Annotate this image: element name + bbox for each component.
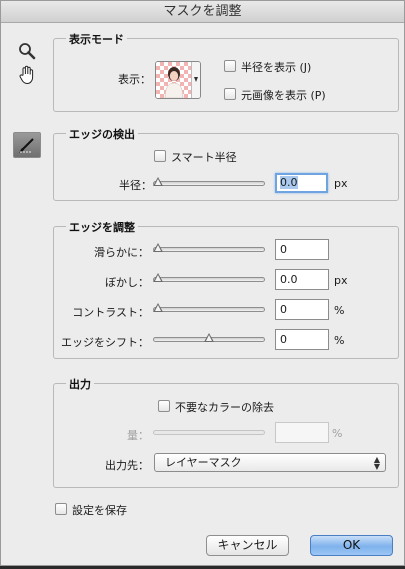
- remember-settings-label: 設定を保存: [72, 504, 127, 517]
- shift-edge-unit: %: [334, 334, 345, 347]
- show-original-checkbox[interactable]: [224, 88, 236, 100]
- radius-unit: px: [334, 177, 348, 190]
- amount-slider: [153, 425, 265, 439]
- slider-track: [153, 430, 265, 435]
- radius-label: 半径：: [119, 179, 152, 192]
- output-to-select[interactable]: レイヤーマスク ▲ ▼: [154, 453, 386, 472]
- view-mode-title: 表示モード: [66, 31, 127, 47]
- cancel-button[interactable]: キャンセル: [206, 535, 289, 556]
- contrast-input[interactable]: 0: [275, 299, 329, 320]
- smooth-input[interactable]: 0: [275, 239, 329, 260]
- smart-radius-label: スマート半径: [171, 151, 237, 164]
- contrast-label: コントラスト：: [72, 306, 149, 319]
- amount-label: 量：: [127, 429, 149, 442]
- output-title: 出力: [66, 376, 94, 392]
- chevron-down-icon: [191, 62, 200, 98]
- feather-input[interactable]: 0.0: [275, 269, 329, 290]
- smart-radius-checkbox[interactable]: [154, 150, 166, 162]
- decontaminate-colors-checkbox[interactable]: [158, 400, 170, 412]
- slider-thumb[interactable]: [204, 333, 214, 342]
- output-to-label: 出力先：: [105, 459, 149, 472]
- radius-value: 0.0: [280, 176, 298, 189]
- zoom-icon[interactable]: [15, 39, 39, 63]
- contrast-slider[interactable]: [153, 302, 265, 316]
- slider-track: [153, 247, 265, 252]
- slider-track: [153, 277, 265, 282]
- feather-unit: px: [334, 274, 348, 287]
- amount-input: [275, 422, 329, 443]
- decontaminate-colors-label: 不要なカラーの除去: [175, 401, 274, 414]
- radius-slider[interactable]: [153, 176, 265, 190]
- radius-input[interactable]: 0.0: [275, 173, 328, 193]
- slider-thumb[interactable]: [153, 243, 163, 252]
- edge-detection-group: エッジの検出: [53, 126, 399, 201]
- ok-button[interactable]: OK: [310, 535, 393, 556]
- contrast-unit: %: [334, 304, 345, 317]
- edge-detection-title: エッジの検出: [66, 126, 138, 142]
- output-to-value: レイヤーマスク: [165, 456, 242, 469]
- show-original-label: 元画像を表示 (P): [241, 89, 326, 102]
- refine-mask-dialog: マスクを調整 表示モード 表示： 半径を表示 (J) 元画像を表示 (P) エッ…: [0, 0, 405, 566]
- slider-track: [153, 181, 265, 186]
- view-label: 表示：: [118, 73, 151, 86]
- slider-thumb[interactable]: [153, 177, 163, 186]
- smooth-slider[interactable]: [153, 242, 265, 256]
- amount-unit: %: [332, 427, 343, 440]
- adjust-edge-title: エッジを調整: [66, 219, 138, 235]
- slider-track: [153, 307, 265, 312]
- dialog-title: マスクを調整: [1, 1, 404, 23]
- hand-icon[interactable]: [15, 63, 39, 87]
- remember-settings-checkbox[interactable]: [55, 503, 67, 515]
- refine-radius-brush-icon[interactable]: [13, 132, 41, 158]
- shift-edge-slider[interactable]: [153, 332, 265, 346]
- slider-thumb[interactable]: [153, 303, 163, 312]
- select-stepper-icon: ▲ ▼: [373, 455, 380, 471]
- shift-edge-label: エッジをシフト：: [61, 336, 149, 349]
- feather-slider[interactable]: [153, 272, 265, 286]
- show-radius-checkbox[interactable]: [224, 60, 236, 72]
- feather-label: ぼかし：: [105, 276, 149, 289]
- slider-thumb[interactable]: [153, 273, 163, 282]
- show-radius-label: 半径を表示 (J): [241, 61, 312, 74]
- shift-edge-input[interactable]: 0: [275, 329, 329, 350]
- view-mode-group: 表示モード: [53, 31, 399, 112]
- view-mode-picker[interactable]: [155, 61, 201, 99]
- preview-thumbnail: [156, 62, 192, 98]
- smooth-label: 滑らかに：: [94, 246, 149, 259]
